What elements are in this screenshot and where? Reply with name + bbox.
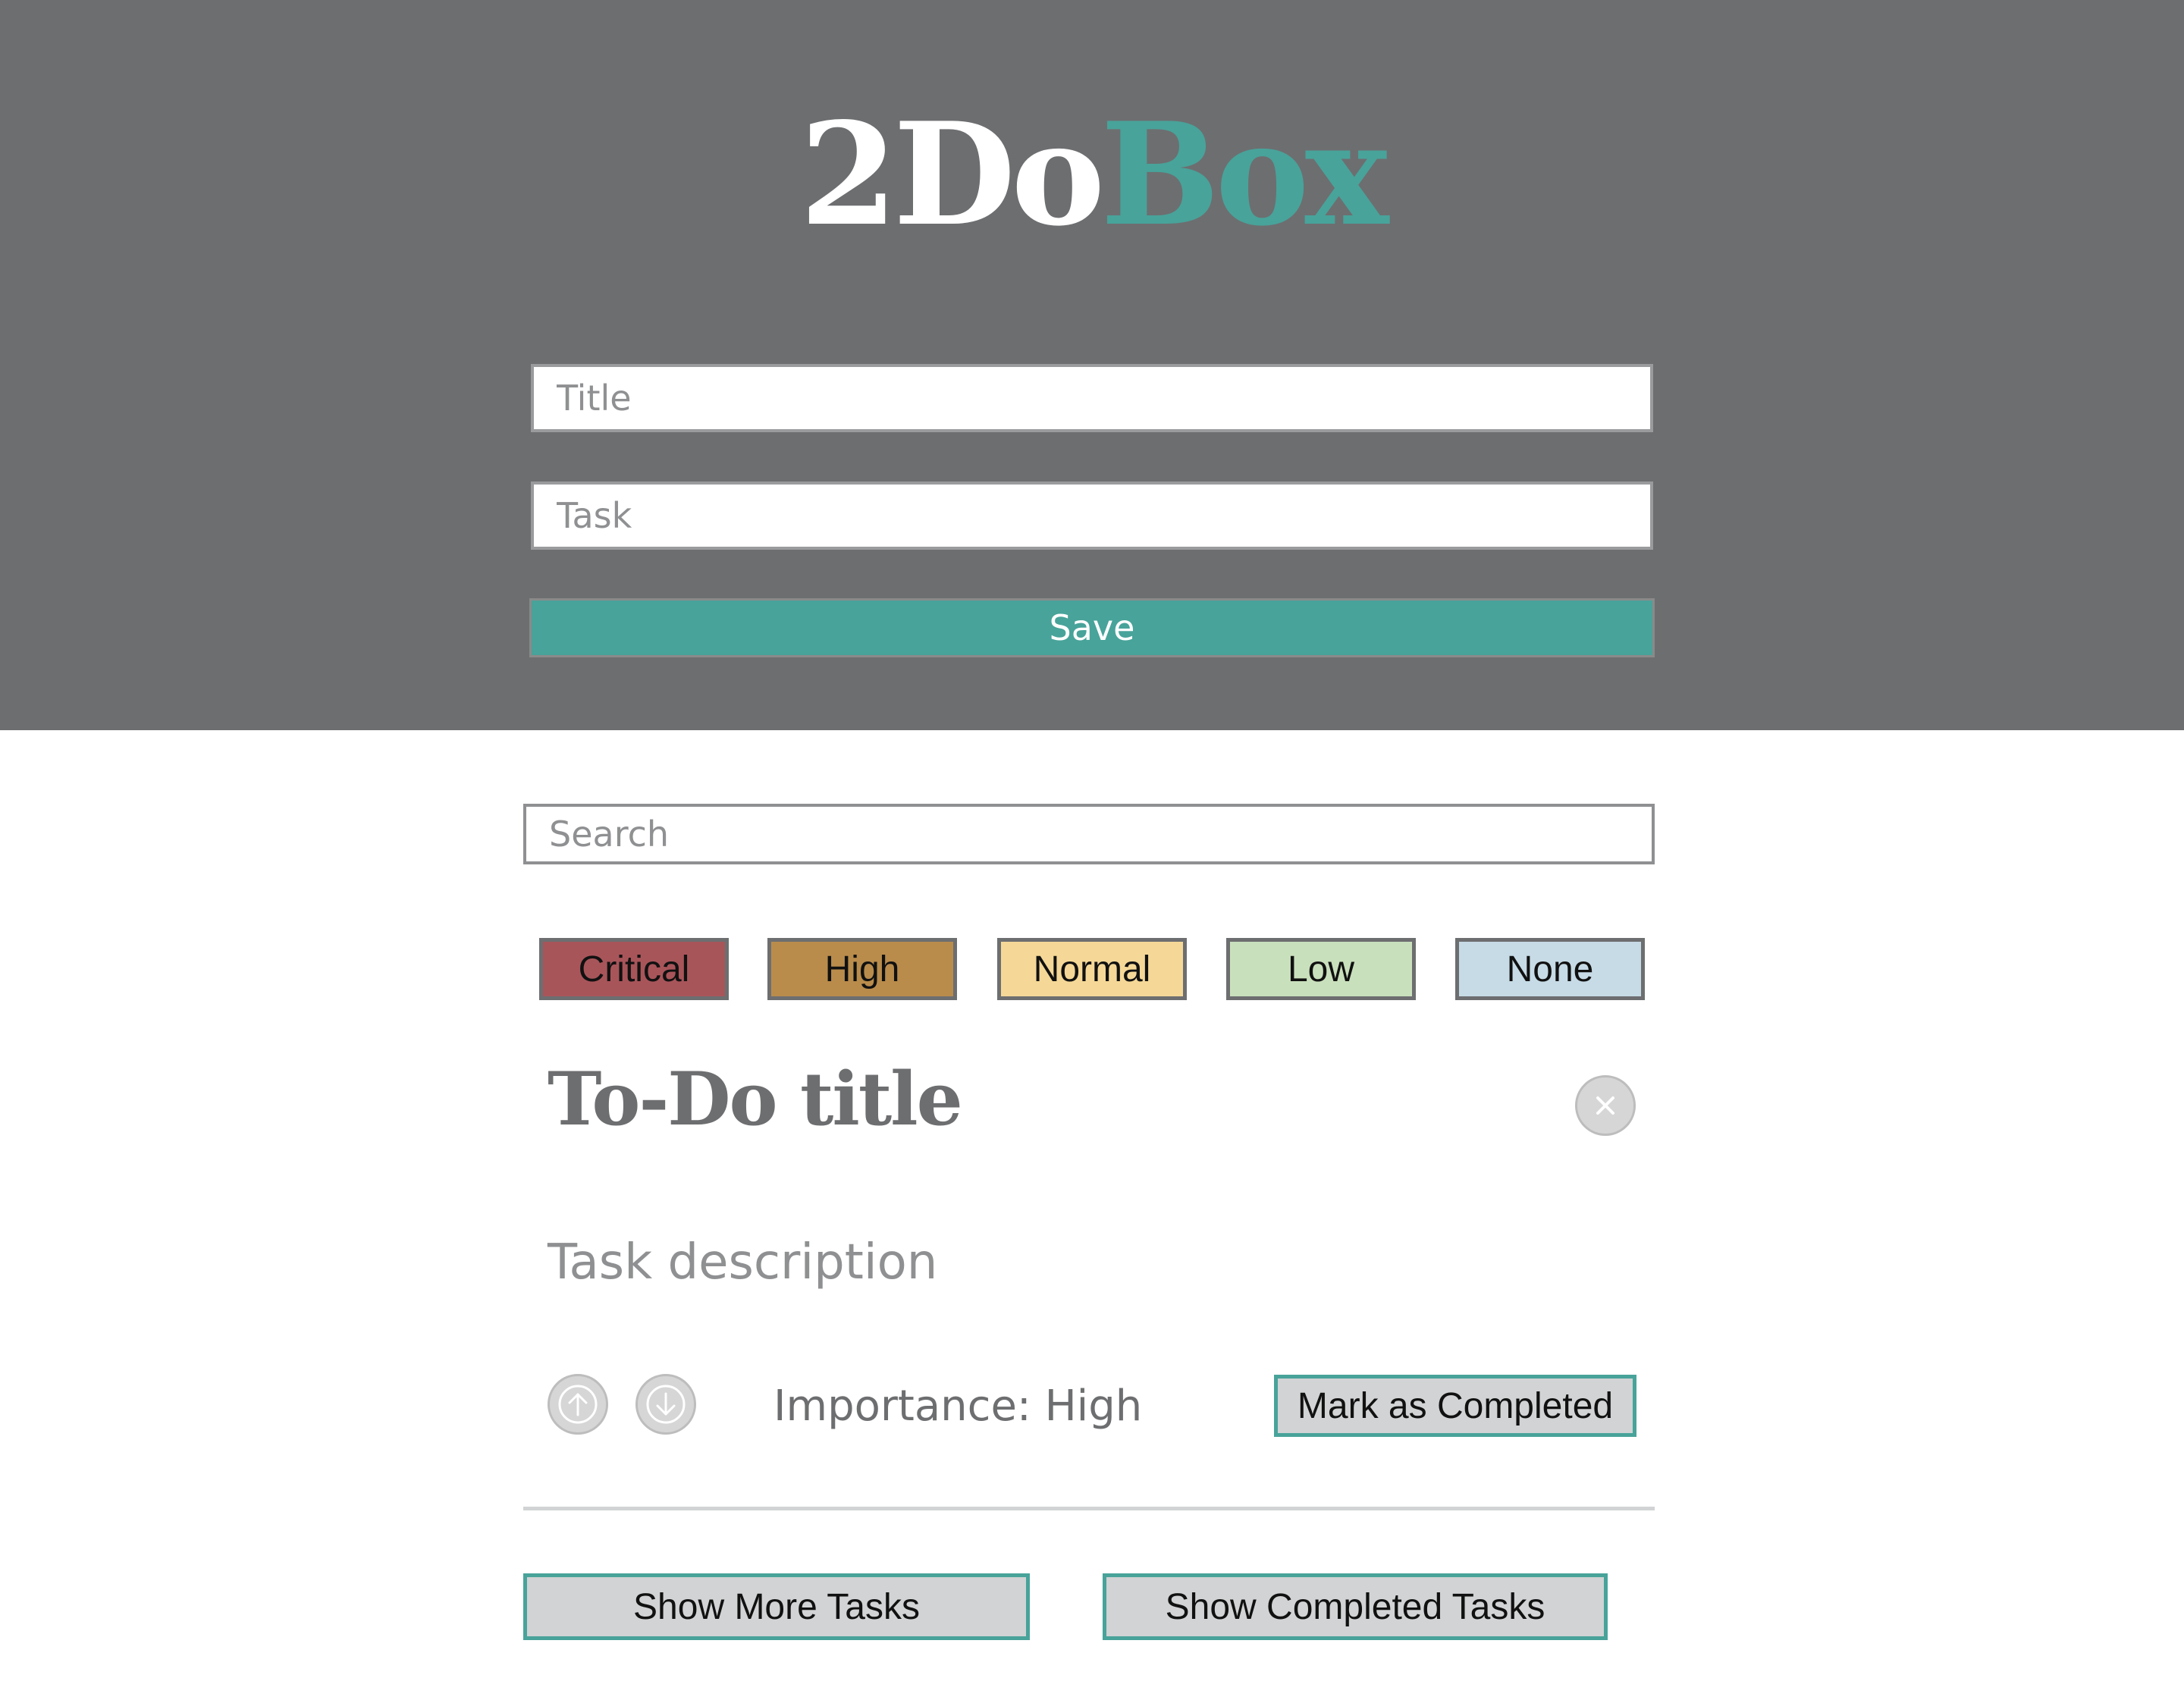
task-input[interactable] [531,481,1653,550]
arrow-up-icon [558,1385,598,1424]
mark-completed-button[interactable]: Mark as Completed [1274,1375,1636,1437]
close-icon [1596,1096,1614,1115]
save-button[interactable]: Save [529,598,1655,657]
filter-none-button[interactable]: None [1455,938,1645,1000]
upvote-button[interactable] [548,1374,608,1435]
filter-low-button[interactable]: Low [1226,938,1416,1000]
card-divider [523,1507,1655,1510]
filter-high-button[interactable]: High [767,938,957,1000]
title-input[interactable] [531,364,1653,432]
show-more-tasks-button[interactable]: Show More Tasks [523,1573,1030,1640]
importance-label: Importance: High [774,1382,1143,1431]
arrow-down-icon [646,1385,686,1424]
app-logo: 2DoBox [0,95,2184,254]
show-completed-tasks-button[interactable]: Show Completed Tasks [1103,1573,1608,1640]
downvote-button[interactable] [635,1374,696,1435]
filter-critical-button[interactable]: Critical [539,938,729,1000]
logo-part-2do: 2Do [799,91,1106,257]
search-input[interactable] [523,804,1655,864]
todo-card-description[interactable]: Task description [548,1228,937,1297]
app-header: 2DoBox Save [0,0,2184,730]
delete-todo-button[interactable] [1575,1075,1636,1136]
todo-card-title[interactable]: To-Do title [548,1054,963,1145]
filter-normal-button[interactable]: Normal [997,938,1187,1000]
logo-part-box: Box [1100,91,1389,257]
